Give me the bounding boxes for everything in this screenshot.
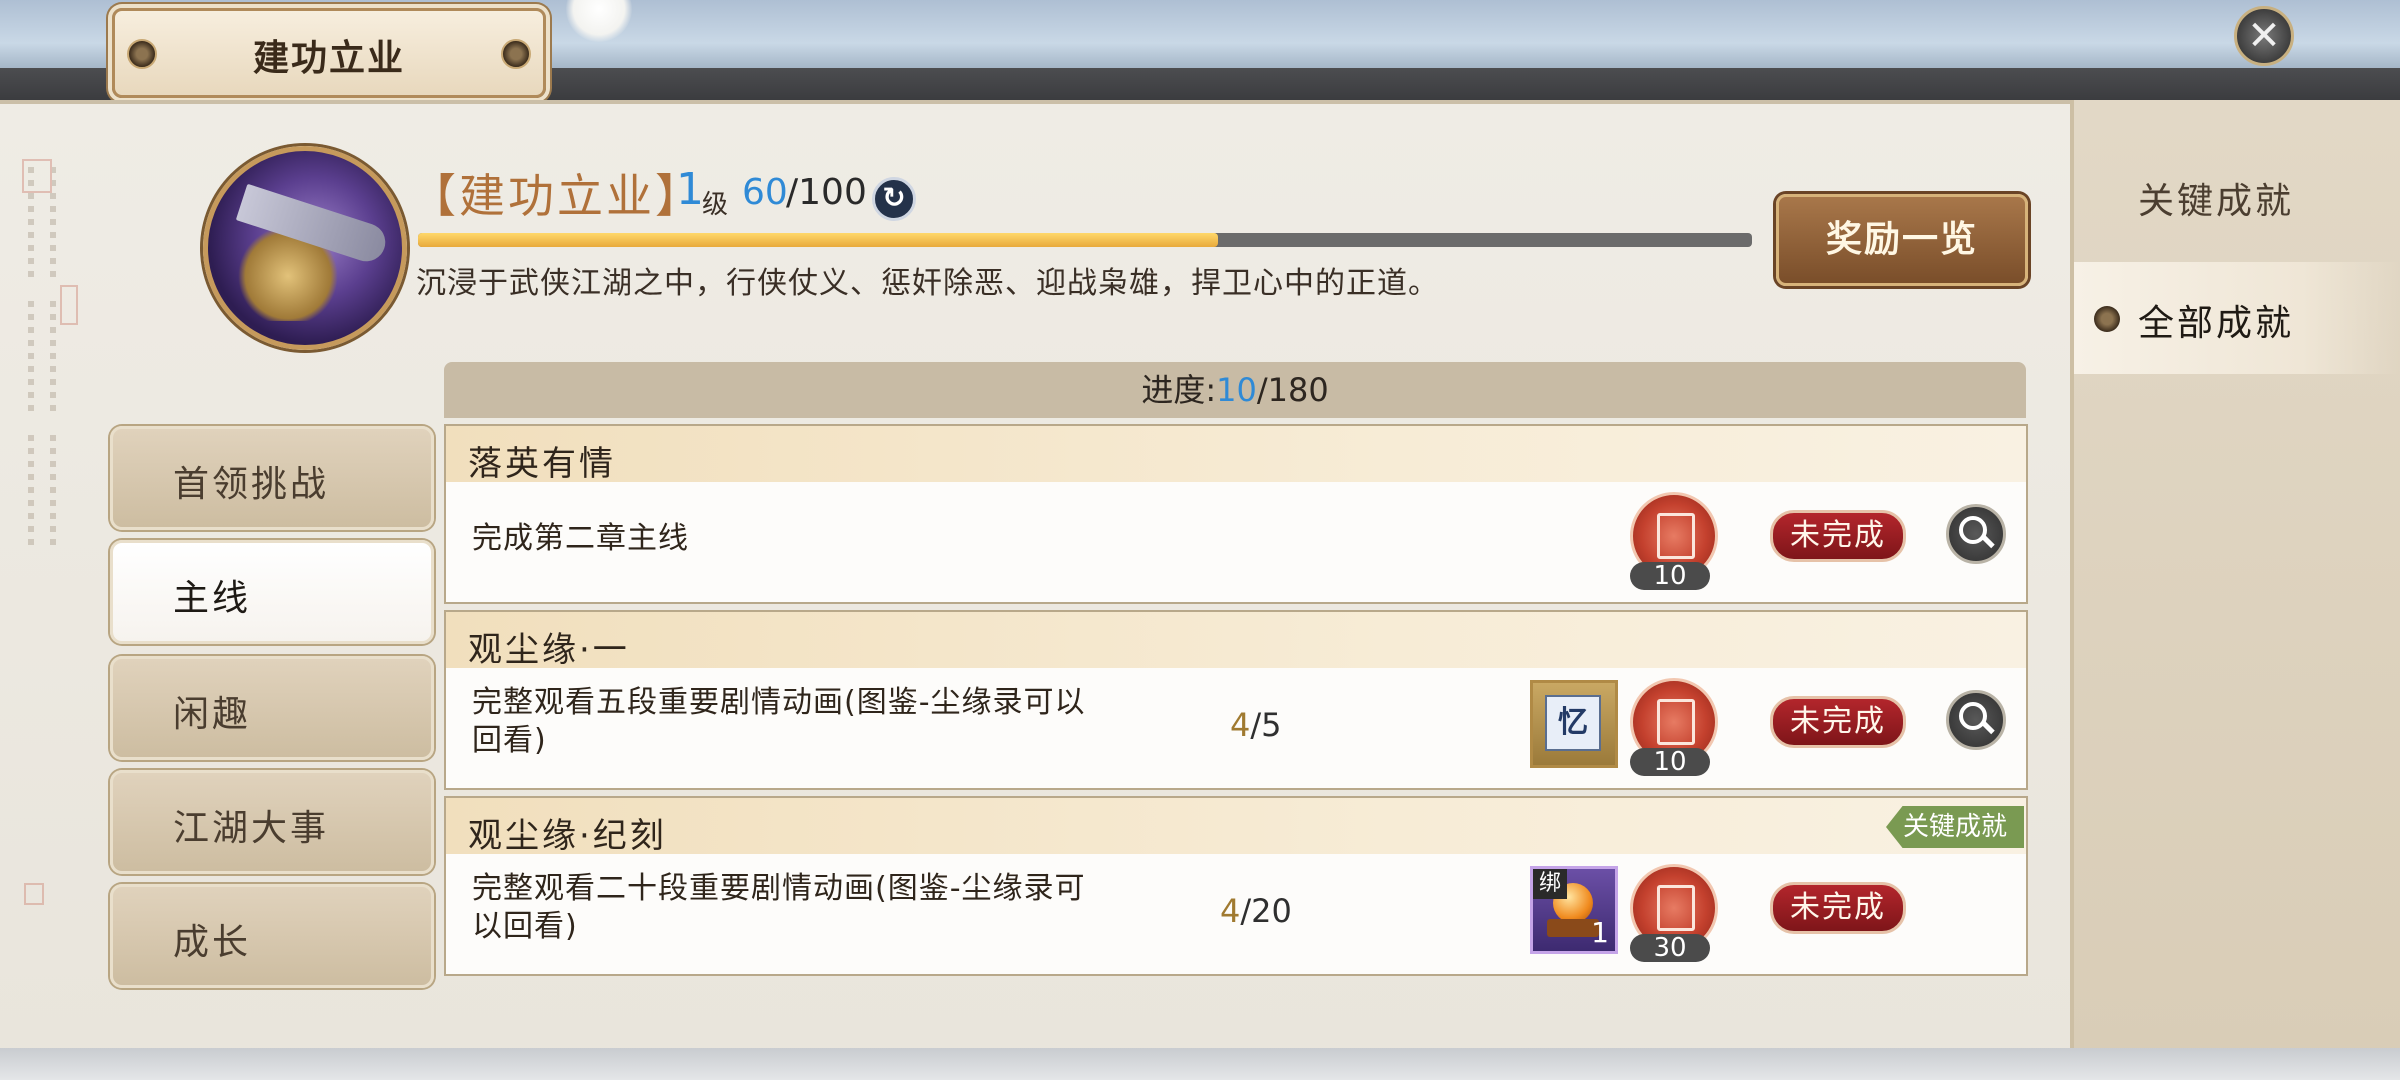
exp-progress-fill (418, 233, 1219, 247)
desc-line: 完整观看五段重要剧情动画(图鉴-尘缘录可以 (472, 685, 1086, 720)
achievement-desc: 完整观看五段重要剧情动画(图鉴-尘缘录可以 回看) (472, 684, 1086, 760)
category-growth[interactable]: 成长 (110, 884, 434, 988)
window-title: 建功立业 (252, 38, 405, 79)
item-label: 忆 (1545, 695, 1601, 751)
progress-label: 进度: (1141, 371, 1217, 409)
status-badge: 未完成 (1770, 882, 1906, 934)
window-title-plaque: 建功立业 (112, 8, 546, 98)
count-current: 4 (1230, 706, 1251, 744)
status-badge: 未完成 (1770, 510, 1906, 562)
category-boss-challenge[interactable]: 首领挑战 (110, 426, 434, 530)
exp-progress-bar (418, 233, 1752, 247)
bottom-strip (0, 1048, 2400, 1080)
achievement-level-suffix: 级 (702, 190, 729, 220)
achievement-level: 1 (676, 164, 704, 215)
reward-count: 10 (1630, 748, 1710, 776)
status-badge: 未完成 (1770, 696, 1906, 748)
category-jianghu-events[interactable]: 江湖大事 (110, 770, 434, 874)
reward-count: 30 (1630, 934, 1710, 962)
achievement-card: 观尘缘·纪刻 完整观看二十段重要剧情动画(图鉴-尘缘录可 以回看) 4/20 绑… (444, 796, 2028, 976)
category-label: 闲趣 (173, 694, 252, 735)
progress-header: 进度:10/180 (444, 362, 2026, 418)
achievement-name: 观尘缘·一 (468, 630, 630, 670)
achievement-title: 【建功立业】 (410, 169, 704, 223)
seal-stamp (60, 285, 78, 325)
achievement-count: 4/20 (1220, 892, 1292, 930)
tab-all-achievements[interactable]: 全部成就 (2074, 262, 2400, 374)
search-icon[interactable] (1946, 504, 2006, 564)
tab-label: 全部成就 (2138, 303, 2295, 344)
tab-key-achievements[interactable]: 关键成就 (2074, 140, 2400, 252)
achievement-desc: 完整观看二十段重要剧情动画(图鉴-尘缘录可 以回看) (472, 870, 1086, 946)
item-quantity: 1 (1591, 916, 1609, 949)
reward-count: 10 (1630, 562, 1710, 590)
count-current: 4 (1220, 892, 1241, 930)
category-label: 主线 (173, 578, 252, 619)
achievement-card: 观尘缘·一 完整观看五段重要剧情动画(图鉴-尘缘录可以 回看) 4/5 忆 10… (444, 610, 2028, 790)
reward-list-button[interactable]: 奖励一览 (1776, 194, 2028, 286)
desc-line: 完整观看二十段重要剧情动画(图鉴-尘缘录可 (472, 871, 1086, 906)
count-total: /20 (1240, 892, 1292, 930)
desc-line: 以回看) (472, 909, 578, 944)
achievement-name: 观尘缘·纪刻 (468, 816, 667, 856)
memory-item-icon[interactable]: 忆 (1530, 680, 1618, 768)
seal-stamp (24, 883, 44, 905)
close-button[interactable]: ✕ (2234, 6, 2294, 66)
achievement-exp-current: 60 (742, 172, 788, 213)
count-total: /5 (1250, 706, 1282, 744)
progress-current: 10 (1216, 371, 1257, 409)
category-main-story[interactable]: 主线 (110, 540, 434, 644)
achievement-name: 落英有情 (468, 444, 616, 484)
key-achievement-badge: 关键成就 (1886, 806, 2024, 848)
achievement-avatar (203, 146, 407, 350)
progress-total: /180 (1256, 371, 1329, 409)
calligraphy-decoration (20, 155, 78, 905)
category-label: 首领挑战 (173, 464, 330, 505)
orb-item-icon[interactable]: 绑 1 (1530, 866, 1618, 954)
knot-icon (2094, 306, 2120, 332)
knot-icon (501, 39, 531, 69)
achievement-exp-total: /100 (786, 172, 867, 213)
close-icon: ✕ (2247, 13, 2281, 59)
search-icon[interactable] (1946, 690, 2006, 750)
tab-label: 关键成就 (2138, 181, 2295, 222)
category-label: 成长 (173, 922, 252, 963)
achievement-desc: 完成第二章主线 (472, 521, 689, 556)
bind-tag: 绑 (1533, 869, 1567, 899)
achievement-description: 沉浸于武侠江湖之中，行侠仗义、惩奸除恶、迎战枭雄，捍卫心中的正道。 (416, 266, 1439, 301)
desc-line: 回看) (472, 723, 547, 758)
achievement-count: 4/5 (1230, 706, 1282, 744)
category-leisure[interactable]: 闲趣 (110, 656, 434, 760)
seal-stamp (22, 159, 52, 193)
achievement-card: 落英有情 完成第二章主线 10 未完成 (444, 424, 2028, 604)
category-label: 江湖大事 (173, 808, 330, 849)
refresh-icon[interactable]: ↻ (872, 177, 916, 221)
